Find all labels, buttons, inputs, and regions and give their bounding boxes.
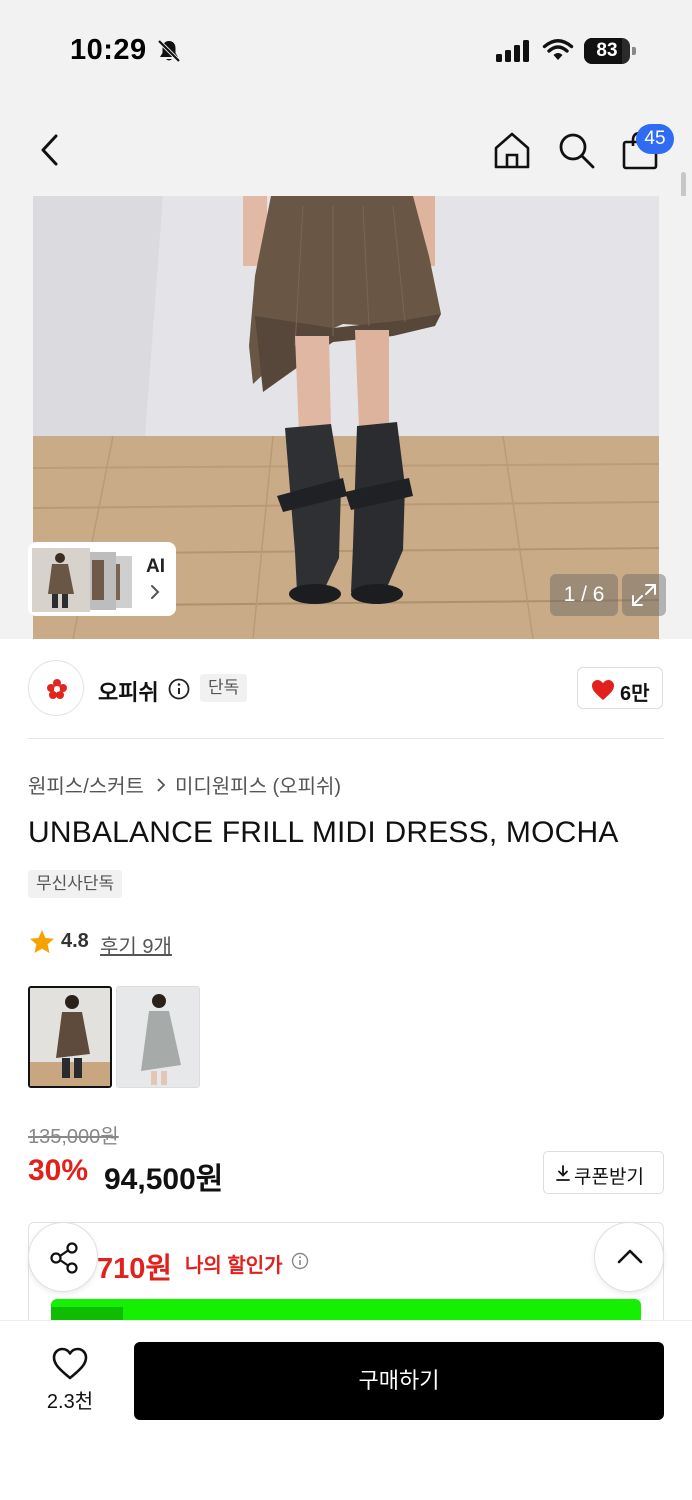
breadcrumb: 원피스/스커트 미디원피스 (오피쉬) bbox=[28, 770, 341, 799]
cart-count-badge: 45 bbox=[636, 124, 674, 154]
back-chevron-icon[interactable] bbox=[34, 130, 68, 170]
ai-styling-card[interactable]: AI bbox=[28, 542, 176, 616]
download-icon bbox=[556, 1165, 570, 1181]
share-button[interactable] bbox=[28, 1222, 98, 1292]
brand-like-count: 6만 bbox=[620, 683, 650, 705]
coupon-download-button[interactable]: 쿠폰받기 bbox=[543, 1151, 664, 1194]
heart-filled-icon bbox=[592, 680, 614, 700]
exclusive-badge: 단독 bbox=[200, 674, 248, 702]
info-icon[interactable] bbox=[168, 678, 190, 700]
breadcrumb-category[interactable]: 원피스/스커트 bbox=[28, 770, 144, 799]
brand-name[interactable]: 오피쉬 bbox=[98, 675, 159, 707]
breadcrumb-subcategory[interactable]: 미디원피스 (오피쉬) bbox=[175, 770, 341, 799]
expand-image-button[interactable] bbox=[622, 574, 666, 616]
collapse-button[interactable] bbox=[594, 1222, 664, 1292]
share-icon bbox=[50, 1242, 78, 1274]
ai-label: AI bbox=[146, 556, 165, 577]
top-nav bbox=[0, 100, 692, 196]
brand-logo[interactable] bbox=[28, 660, 84, 716]
musinsa-exclusive-badge: 무신사단독 bbox=[28, 870, 123, 898]
original-price: 135,000원 bbox=[28, 1126, 119, 1148]
sale-price: 94,500원 bbox=[104, 1163, 224, 1196]
expand-arrows-icon bbox=[632, 584, 656, 606]
my-discount-label: 나의 할인가 bbox=[185, 1255, 283, 1277]
cellular-signal-icon bbox=[496, 40, 529, 62]
wifi-icon bbox=[542, 39, 574, 60]
discount-rate: 30% bbox=[28, 1154, 89, 1187]
buy-button[interactable]: 구매하기 bbox=[134, 1342, 664, 1420]
status-bar: 10:29 83 bbox=[0, 0, 692, 100]
coupon-label: 쿠폰받기 bbox=[574, 1167, 644, 1188]
chevron-right-icon bbox=[157, 777, 166, 792]
rating-value: 4.8 bbox=[61, 930, 89, 952]
bell-slash-icon bbox=[157, 39, 181, 63]
flower-logo-icon bbox=[47, 679, 67, 699]
info-icon[interactable] bbox=[291, 1252, 309, 1270]
search-icon[interactable] bbox=[556, 130, 596, 170]
star-icon bbox=[30, 930, 54, 953]
review-link[interactable]: 후기 9개 bbox=[100, 930, 172, 959]
battery-icon: 83 bbox=[584, 38, 636, 64]
heart-outline-icon[interactable] bbox=[52, 1347, 88, 1381]
chevron-up-icon bbox=[617, 1249, 643, 1264]
status-time: 10:29 bbox=[70, 34, 147, 66]
bottom-action-bar: 2.3천 구매하기 bbox=[0, 1320, 692, 1500]
chevron-right-icon bbox=[151, 585, 160, 599]
wish-count: 2.3천 bbox=[46, 1391, 94, 1413]
product-gallery[interactable]: AI 1 / 6 bbox=[0, 196, 692, 639]
my-discount-price: 710원 bbox=[97, 1253, 173, 1285]
ai-look-thumbnails bbox=[32, 548, 132, 612]
battery-level-text: 83 bbox=[596, 40, 618, 61]
divider bbox=[28, 738, 664, 739]
image-page-indicator: 1 / 6 bbox=[550, 574, 618, 616]
product-title: UNBALANCE FRILL MIDI DRESS, MOCHA bbox=[28, 816, 619, 849]
color-option-mocha[interactable] bbox=[28, 986, 112, 1088]
brand-like-button[interactable]: 6만 bbox=[577, 667, 663, 709]
home-icon[interactable] bbox=[492, 130, 532, 170]
color-option-grey[interactable] bbox=[116, 986, 200, 1088]
